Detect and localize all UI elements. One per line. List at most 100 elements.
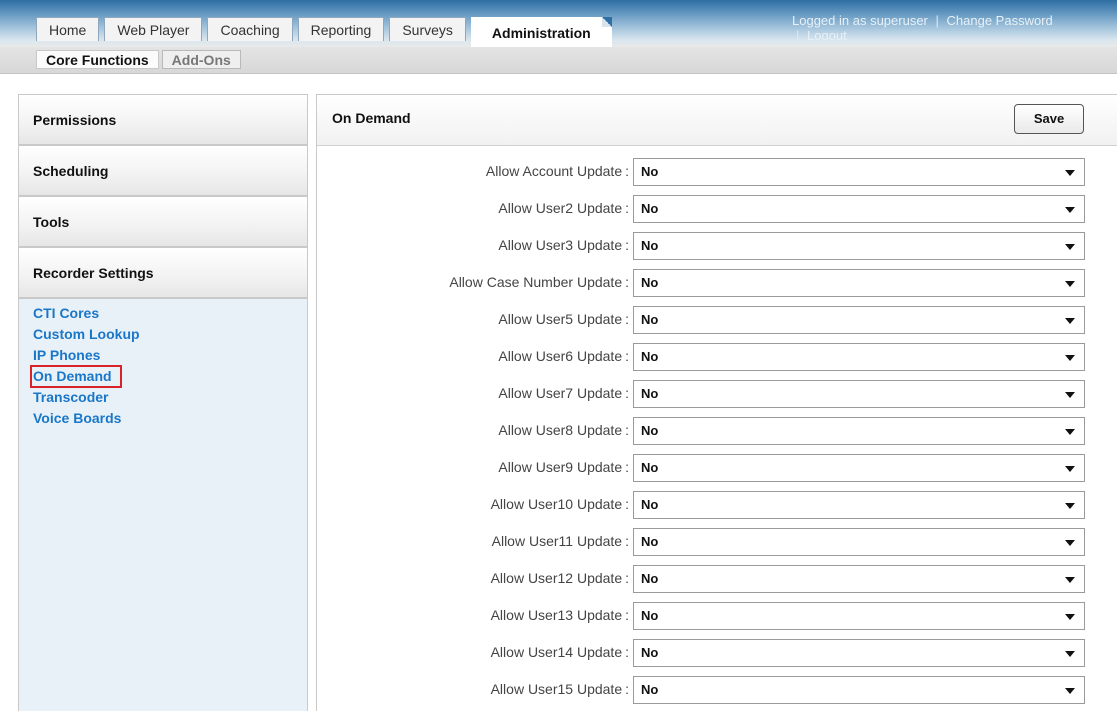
select-value: No [641,460,659,475]
sidebar-link-on-demand[interactable]: On Demand [30,365,122,388]
field-label-text: Allow User9 Update [498,459,623,475]
field-select[interactable]: No [633,639,1085,667]
logout-link[interactable]: Logout [807,28,847,40]
field-select[interactable]: No [633,343,1085,371]
chevron-down-icon [1065,466,1075,472]
separator: | [935,13,939,28]
sidebar-section-scheduling[interactable]: Scheduling [19,146,307,197]
field-select[interactable]: No [633,676,1085,704]
sidebar-link-custom-lookup[interactable]: Custom Lookup [33,324,307,345]
select-value: No [641,608,659,623]
field-select[interactable]: No [633,602,1085,630]
tab-web-player[interactable]: Web Player [104,17,203,41]
field-label-colon: : [625,533,629,549]
chevron-down-icon [1065,651,1075,657]
sidebar-link-voice-boards[interactable]: Voice Boards [33,408,307,429]
field-label-colon: : [625,348,629,364]
field-label-text: Allow User11 Update [491,533,623,549]
save-button[interactable]: Save [1014,104,1084,134]
chevron-down-icon [1065,207,1075,213]
field-label-text: Allow User13 Update [490,607,623,623]
field-label-text: Allow Account Update [485,163,623,179]
sidebar-section-tools[interactable]: Tools [19,197,307,248]
field-label-colon: : [625,311,629,327]
form-row: Allow User11 Update: No [317,528,1117,565]
chevron-down-icon [1065,281,1075,287]
form-row: Allow User9 Update: No [317,454,1117,491]
chevron-down-icon [1065,503,1075,509]
field-label: Allow User7 Update: [498,385,629,401]
field-select[interactable]: No [633,491,1085,519]
form-row: Allow Case Number Update: No [317,269,1117,306]
field-label: Allow Case Number Update: [449,274,629,290]
field-label: Allow User5 Update: [498,311,629,327]
chevron-down-icon [1065,244,1075,250]
field-select[interactable]: No [633,528,1085,556]
select-value: No [641,571,659,586]
subtab-core-functions[interactable]: Core Functions [36,50,159,69]
change-password-link[interactable]: Change Password [947,13,1053,28]
form-row: Allow User3 Update: No [317,232,1117,269]
field-select[interactable]: No [633,232,1085,260]
form-row: Allow User10 Update: No [317,491,1117,528]
field-label-text: Allow User5 Update [498,311,623,327]
settings-form: Allow Account Update: No Allow User2 Updat… [317,158,1117,713]
field-label-text: Allow User6 Update [498,348,623,364]
form-row: Allow User7 Update: No [317,380,1117,417]
select-value: No [641,423,659,438]
sidebar-section-recorder-settings[interactable]: Recorder Settings [19,248,307,299]
form-row: Allow Account Update: No [317,158,1117,195]
sidebar-section-permissions[interactable]: Permissions [19,95,307,146]
field-select[interactable]: No [633,158,1085,186]
tab-administration[interactable]: Administration [470,17,612,47]
select-value: No [641,201,659,216]
select-value: No [641,386,659,401]
field-label: Allow User15 Update: [491,681,629,697]
field-label-colon: : [625,607,629,623]
chevron-down-icon [1065,392,1075,398]
sidebar-link-ip-phones[interactable]: IP Phones [33,345,307,366]
chevron-down-icon [1065,540,1075,546]
separator: | [796,28,800,40]
select-value: No [641,312,659,327]
panel-header: On Demand Save [317,95,1117,146]
field-select[interactable]: No [633,380,1085,408]
chevron-down-icon [1065,355,1075,361]
main-tabs: Home Web Player Coaching Reporting Surve… [36,17,617,47]
chevron-down-icon [1065,577,1075,583]
form-row: Allow User6 Update: No [317,343,1117,380]
tab-reporting[interactable]: Reporting [297,17,385,41]
top-bar: Home Web Player Coaching Reporting Surve… [0,0,1117,47]
user-links: Logged in as superuser | Change Password… [792,13,1117,41]
field-label-text: Allow User10 Update [490,496,623,512]
select-value: No [641,349,659,364]
field-label: Allow User6 Update: [498,348,629,364]
field-label: Allow User10 Update: [491,496,629,512]
field-label-colon: : [625,644,629,660]
field-select[interactable]: No [633,417,1085,445]
sidebar: Permissions Scheduling Tools Recorder Se… [18,94,308,711]
sub-tabs: Core Functions Add-Ons [36,50,244,69]
field-label: Allow User11 Update: [492,533,629,549]
select-value: No [641,645,659,660]
chevron-down-icon [1065,429,1075,435]
field-select[interactable]: No [633,454,1085,482]
field-label: Allow Account Update: [486,163,629,179]
field-select[interactable]: No [633,269,1085,297]
field-label-colon: : [625,200,629,216]
field-select[interactable]: No [633,306,1085,334]
field-label: Allow User13 Update: [491,607,629,623]
sidebar-link-cti-cores[interactable]: CTI Cores [33,303,307,324]
field-select[interactable]: No [633,195,1085,223]
tab-coaching[interactable]: Coaching [207,17,293,41]
field-label: Allow User2 Update: [498,200,629,216]
select-value: No [641,682,659,697]
field-select[interactable]: No [633,565,1085,593]
tab-surveys[interactable]: Surveys [389,17,466,41]
sidebar-link-transcoder[interactable]: Transcoder [33,387,307,408]
subtab-add-ons[interactable]: Add-Ons [161,50,241,69]
field-label: Allow User3 Update: [498,237,629,253]
form-row: Allow User2 Update: No [317,195,1117,232]
tab-home[interactable]: Home [36,17,100,41]
field-label-text: Allow User2 Update [498,200,623,216]
